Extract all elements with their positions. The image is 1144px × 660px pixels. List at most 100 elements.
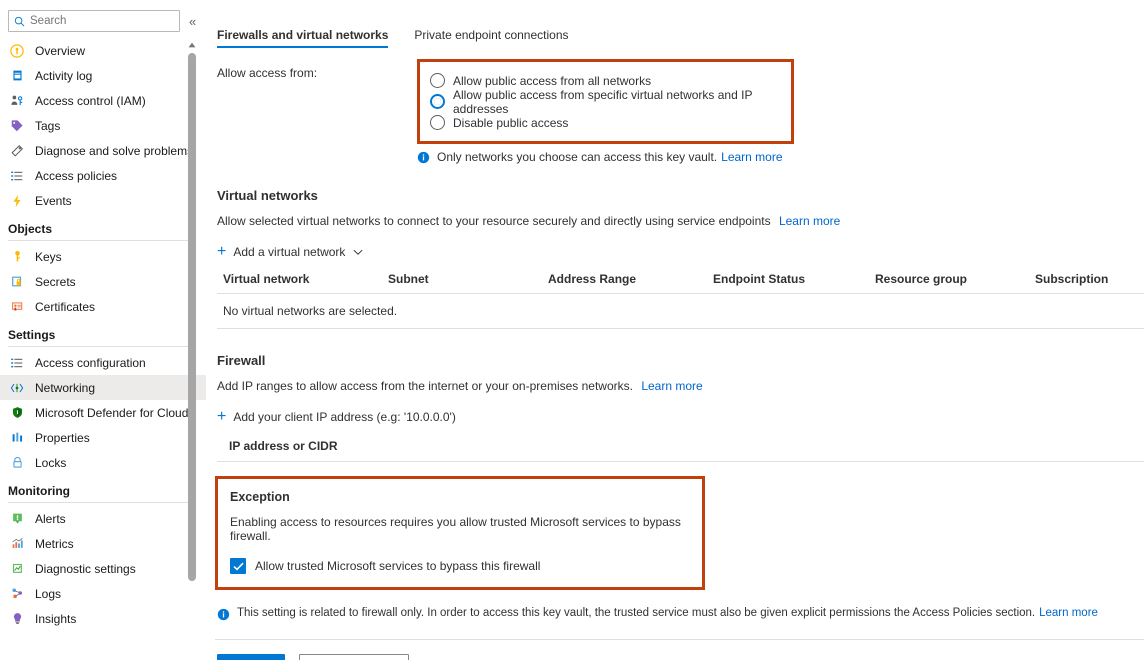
diagnose-icon: [8, 143, 26, 159]
sidebar-item-label: Access policies: [35, 169, 117, 183]
sidebar-item-label: Access control (IAM): [35, 94, 146, 108]
diagnostic-settings-icon: [8, 561, 26, 577]
sidebar-divider: [8, 240, 196, 241]
sidebar-group-monitoring: Monitoring: [0, 475, 206, 501]
sidebar-item-microsoft-defender-for-cloud[interactable]: Microsoft Defender for Cloud: [0, 400, 206, 425]
tab-bar: Firewalls and virtual networks Private e…: [207, 0, 1144, 51]
sidebar-item-access-configuration[interactable]: Access configuration: [0, 350, 206, 375]
sidebar-item-metrics[interactable]: Metrics: [0, 531, 206, 556]
column-header-resource-group[interactable]: Resource group: [869, 272, 1029, 294]
sidebar-scrollbar[interactable]: [187, 40, 197, 625]
sidebar-item-diagnostic-settings[interactable]: Diagnostic settings: [0, 556, 206, 581]
radio-option-label: Disable public access: [453, 116, 568, 130]
certificate-icon: [8, 299, 26, 315]
scroll-up-arrow-icon[interactable]: [187, 40, 197, 49]
radio-icon-selected[interactable]: [430, 94, 445, 109]
action-bar: Apply Discard changes: [207, 640, 1144, 660]
sidebar-item-label: Insights: [35, 612, 76, 626]
add-virtual-network-label: Add a virtual network: [233, 245, 345, 259]
networking-icon: [8, 380, 26, 396]
sidebar-item-secrets[interactable]: Secrets: [0, 269, 206, 294]
sidebar-item-diagnose-and-solve-problems[interactable]: Diagnose and solve problems: [0, 138, 206, 163]
scrollbar-thumb[interactable]: [188, 53, 196, 581]
tags-icon: [8, 118, 26, 134]
sidebar-item-events[interactable]: Events: [0, 188, 206, 213]
sidebar-item-label: Access configuration: [35, 356, 146, 370]
tab-private-endpoint-connections[interactable]: Private endpoint connections: [414, 28, 568, 48]
checkbox-icon-checked[interactable]: [230, 558, 246, 574]
sidebar-item-alerts[interactable]: Alerts: [0, 506, 206, 531]
column-header-endpoint-status[interactable]: Endpoint Status: [707, 272, 869, 294]
virtual-networks-learn-more-link[interactable]: Learn more: [779, 214, 840, 228]
logs-icon: [8, 586, 26, 602]
key-icon: [8, 249, 26, 265]
sidebar-item-certificates[interactable]: Certificates: [0, 294, 206, 319]
search-icon: [14, 16, 25, 27]
sidebar-item-keys[interactable]: Keys: [0, 244, 206, 269]
radio-option-label: Allow public access from specific virtua…: [453, 88, 779, 116]
firewall-bottom-note: This setting is related to firewall only…: [217, 607, 1144, 621]
firewall-section: Firewall Add IP ranges to allow access f…: [207, 353, 1144, 462]
tab-firewalls-and-virtual-networks[interactable]: Firewalls and virtual networks: [217, 28, 388, 48]
add-client-ip-button[interactable]: + Add your client IP address (e.g: '10.0…: [217, 409, 456, 425]
access-configuration-icon: [8, 355, 26, 371]
search-input[interactable]: Search: [8, 10, 180, 32]
firewall-description-text: Add IP ranges to allow access from the i…: [217, 379, 633, 393]
column-header-virtual-network[interactable]: Virtual network: [217, 272, 382, 294]
bottom-note-learn-more-link[interactable]: Learn more: [1039, 607, 1098, 619]
sidebar-item-access-control[interactable]: Access control (IAM): [0, 88, 206, 113]
main-content: Firewalls and virtual networks Private e…: [207, 0, 1144, 660]
access-note-text: Only networks you choose can access this…: [437, 150, 717, 164]
radio-icon[interactable]: [430, 73, 445, 88]
search-placeholder-text: Search: [30, 15, 66, 27]
table-header-row: Virtual network Subnet Address Range End…: [217, 272, 1144, 294]
sidebar-item-access-policies[interactable]: Access policies: [0, 163, 206, 188]
sidebar-item-insights[interactable]: Insights: [0, 606, 206, 631]
sidebar-item-overview[interactable]: Overview: [0, 38, 206, 63]
access-note-learn-more-link[interactable]: Learn more: [721, 150, 782, 164]
firewall-description: Add IP ranges to allow access from the i…: [217, 379, 1144, 393]
sidebar-item-logs[interactable]: Logs: [0, 581, 206, 606]
chevron-down-icon[interactable]: [353, 249, 363, 256]
info-icon: [217, 608, 231, 621]
apply-button[interactable]: Apply: [217, 654, 285, 660]
lock-icon: [8, 455, 26, 471]
sidebar-item-properties[interactable]: Properties: [0, 425, 206, 450]
sidebar-item-tags[interactable]: Tags: [0, 113, 206, 138]
table-row: No virtual networks are selected.: [217, 294, 1144, 329]
firewall-table: IP address or CIDR: [217, 439, 1144, 462]
sidebar-item-networking[interactable]: Networking: [0, 375, 206, 400]
sidebar-item-activity-log[interactable]: Activity log: [0, 63, 206, 88]
alerts-icon: [8, 511, 26, 527]
collapse-sidebar-icon[interactable]: «: [189, 15, 196, 28]
add-virtual-network-button[interactable]: + Add a virtual network: [217, 244, 363, 260]
firewall-title: Firewall: [217, 353, 1144, 368]
access-control-icon: [8, 93, 26, 109]
sidebar-group-objects: Objects: [0, 213, 206, 239]
discard-changes-button[interactable]: Discard changes: [299, 654, 409, 660]
sidebar-item-locks[interactable]: Locks: [0, 450, 206, 475]
column-header-subscription[interactable]: Subscription: [1029, 272, 1144, 294]
column-header-address-range[interactable]: Address Range: [542, 272, 707, 294]
allow-access-row: Allow access from: Allow public access f…: [207, 59, 1144, 144]
radio-icon[interactable]: [430, 115, 445, 130]
access-policies-icon: [8, 168, 26, 184]
sidebar-item-label: Certificates: [35, 300, 95, 314]
virtual-networks-section: Virtual networks Allow selected virtual …: [207, 188, 1144, 329]
firewall-learn-more-link[interactable]: Learn more: [641, 379, 702, 393]
plus-icon: +: [217, 244, 226, 260]
column-header-subnet[interactable]: Subnet: [382, 272, 542, 294]
sidebar-item-label: Microsoft Defender for Cloud: [35, 406, 188, 420]
insights-icon: [8, 611, 26, 627]
properties-icon: [8, 430, 26, 446]
column-header-ip-address-or-cidr[interactable]: IP address or CIDR: [217, 439, 1144, 462]
sidebar-item-label: Keys: [35, 250, 62, 264]
sidebar-item-label: Diagnostic settings: [35, 562, 136, 576]
allow-trusted-services-checkbox-row[interactable]: Allow trusted Microsoft services to bypa…: [230, 558, 702, 574]
exception-highlight-box: Exception Enabling access to resources r…: [215, 476, 705, 590]
secret-lock-icon: [8, 274, 26, 290]
sidebar-item-label: Metrics: [35, 537, 74, 551]
radio-option-specific-networks[interactable]: Allow public access from specific virtua…: [430, 91, 779, 112]
exception-description: Enabling access to resources requires yo…: [230, 515, 702, 543]
sidebar-item-label: Activity log: [35, 69, 92, 83]
